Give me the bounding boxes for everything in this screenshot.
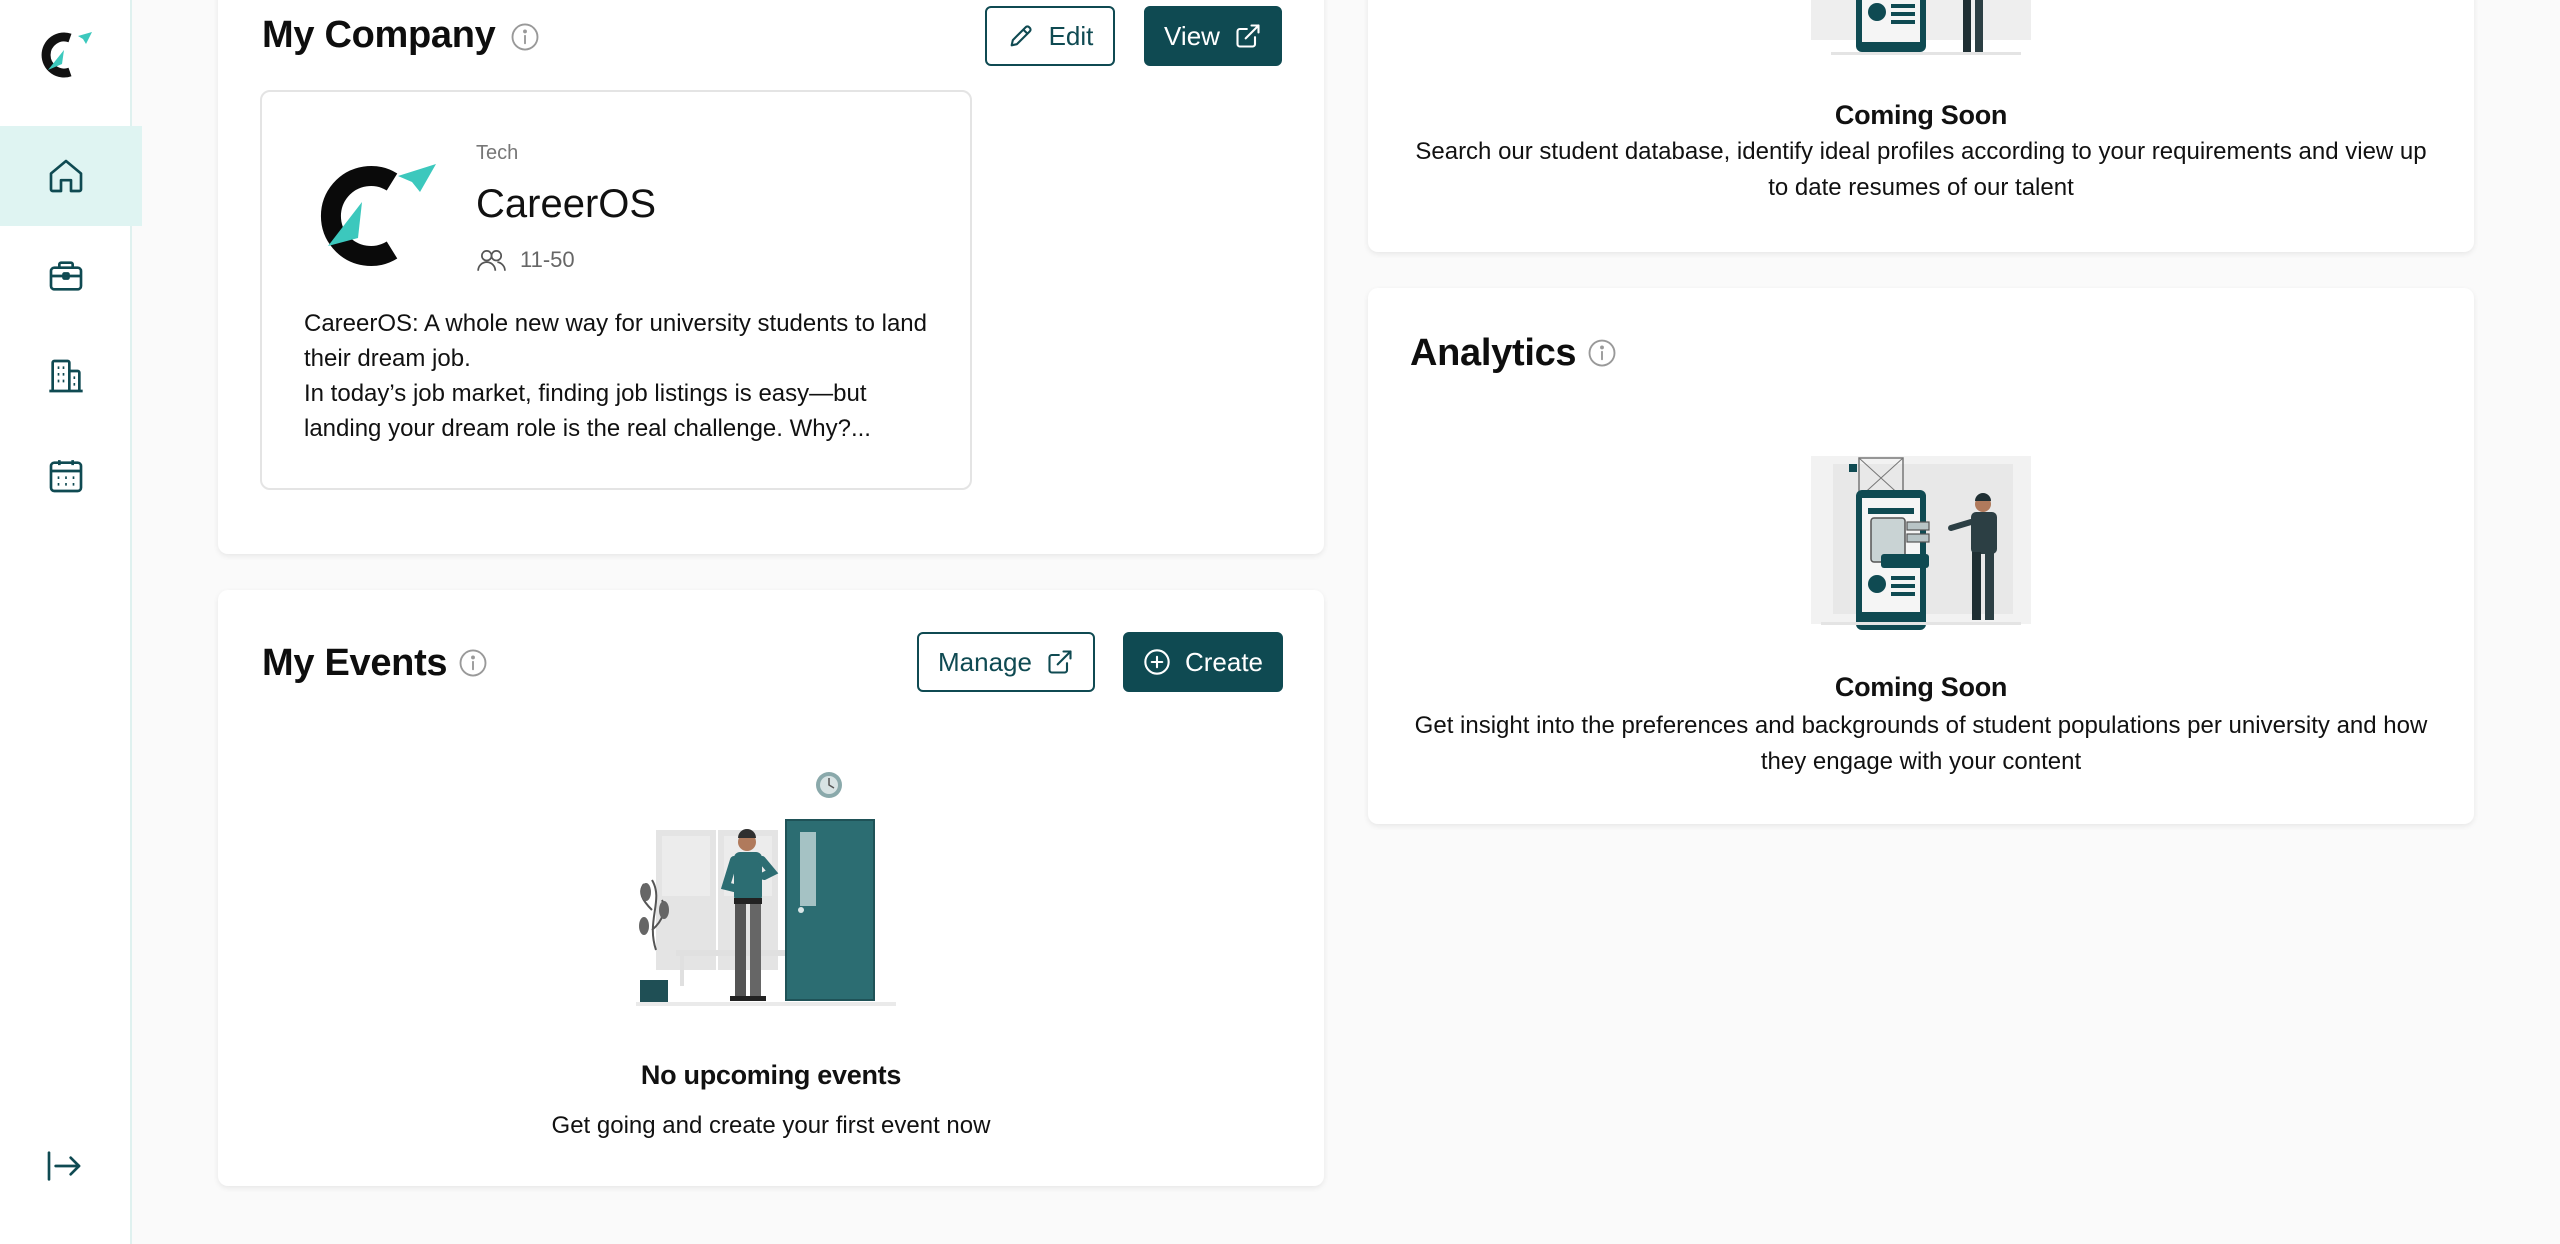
- external-link-icon: [1236, 24, 1260, 48]
- arrow-right-to-bar-icon[interactable]: [44, 1146, 84, 1186]
- home-icon: [49, 159, 83, 193]
- analytics-coming-soon-text: Get insight into the preferences and bac…: [1414, 712, 2428, 775]
- analytics-coming-soon-title: Coming Soon: [1834, 672, 2008, 702]
- company-logo: [321, 164, 436, 266]
- my-events-card: My Events Manage Create No upcoming even…: [218, 590, 1324, 1186]
- view-label: View: [1164, 20, 1220, 51]
- create-label: Create: [1184, 646, 1264, 677]
- company-size: 11-50: [476, 247, 575, 273]
- pencil-icon: [1010, 25, 1032, 47]
- analytics-title: Analytics: [1410, 332, 1577, 374]
- company-category: Tech: [476, 142, 519, 164]
- sidebar-item-home[interactable]: [0, 126, 142, 226]
- create-event-button[interactable]: Create: [1123, 632, 1283, 692]
- analytics-illustration: [1811, 456, 2031, 630]
- analytics-card: Analytics Coming Soon Get insight into t…: [1368, 288, 2474, 824]
- talent-coming-soon-text: Search our student database, identify id…: [1415, 138, 2427, 201]
- talent-coming-soon-title: Coming Soon: [1834, 100, 2008, 130]
- talent-search-card: Coming Soon Search our student database,…: [1368, 0, 2474, 252]
- manage-button[interactable]: Manage: [917, 632, 1095, 692]
- my-company-card: My Company Edit View Tech CareerOS 11-50…: [218, 0, 1324, 554]
- external-link-icon: [1048, 650, 1072, 674]
- calendar-icon: [49, 460, 83, 493]
- sidebar-item-jobs[interactable]: [0, 226, 142, 326]
- info-icon[interactable]: [458, 648, 488, 678]
- coming-soon-illustration: [1811, 0, 2031, 55]
- company-size-value: 11-50: [520, 247, 575, 272]
- my-events-title: My Events: [262, 642, 448, 684]
- view-button[interactable]: View: [1144, 6, 1282, 66]
- building-icon: [49, 359, 83, 393]
- manage-label: Manage: [938, 646, 1032, 677]
- no-events-text: Get going and create your first event no…: [551, 1112, 991, 1139]
- company-name: CareerOS: [476, 182, 657, 226]
- sidebar: [0, 0, 142, 1244]
- info-icon[interactable]: [1587, 338, 1617, 368]
- company-profile-card[interactable]: Tech CareerOS 11-50 CareerOS: A whole ne…: [260, 90, 972, 490]
- plus-circle-icon: [1144, 649, 1170, 675]
- company-description-line-2: In today’s job market, finding job listi…: [304, 380, 871, 442]
- company-description: CareerOS: A whole new way for university…: [304, 306, 944, 446]
- my-company-title: My Company: [262, 14, 496, 56]
- company-description-line-1: CareerOS: A whole new way for university…: [304, 310, 927, 372]
- sidebar-item-company[interactable]: [0, 326, 142, 426]
- no-events-title: No upcoming events: [640, 1060, 902, 1090]
- edit-label: Edit: [1048, 20, 1094, 51]
- sidebar-item-events[interactable]: [0, 426, 142, 526]
- info-icon[interactable]: [510, 22, 540, 52]
- waiting-illustration: [636, 772, 896, 1006]
- briefcase-icon: [49, 261, 83, 291]
- edit-button[interactable]: Edit: [985, 6, 1115, 66]
- careeros-logo[interactable]: [40, 30, 96, 78]
- people-icon: [477, 250, 506, 271]
